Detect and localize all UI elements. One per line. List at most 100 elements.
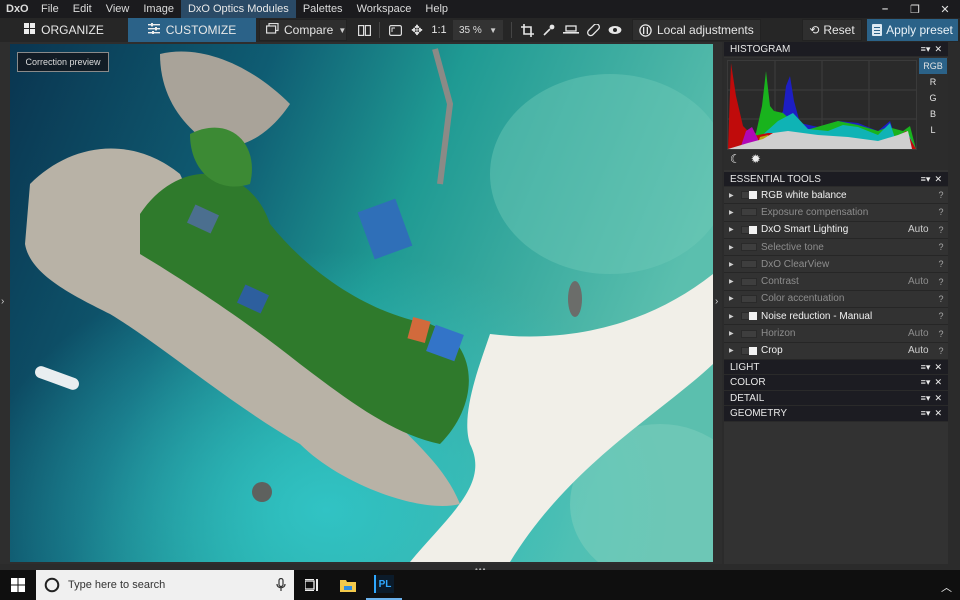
tool-enable-toggle[interactable] xyxy=(741,243,757,252)
zoom-level-select[interactable]: 35 % ▼ xyxy=(453,20,503,40)
tool-auto-button[interactable]: Auto xyxy=(908,224,934,235)
channel-b[interactable]: B xyxy=(919,106,947,122)
close-icon[interactable]: ✕ xyxy=(934,408,942,419)
tab-customize[interactable]: CUSTOMIZE xyxy=(128,18,256,42)
menu-edit[interactable]: Edit xyxy=(66,0,99,18)
tool-row[interactable]: ▶ DxO ClearView? xyxy=(724,256,948,274)
chevron-down-icon[interactable]: ▼ xyxy=(338,26,346,35)
channel-rgb[interactable]: RGB xyxy=(919,58,947,74)
help-icon[interactable]: ? xyxy=(934,190,948,200)
palette-menu-icon[interactable]: ≡▾ xyxy=(921,393,931,404)
palette-menu-icon[interactable]: ≡▾ xyxy=(921,377,931,388)
expand-arrow-icon[interactable]: ▶ xyxy=(729,261,739,268)
tool-row[interactable]: ▶ Horizon Auto? xyxy=(724,325,948,343)
palette-menu-icon[interactable]: ≡▾ xyxy=(921,362,931,373)
expand-arrow-icon[interactable]: ▶ xyxy=(729,295,739,302)
menu-palettes[interactable]: Palettes xyxy=(296,0,350,18)
tool-enable-toggle[interactable] xyxy=(741,208,757,217)
expand-arrow-icon[interactable]: ▶ xyxy=(729,278,739,285)
move-button[interactable]: ✥ xyxy=(406,20,428,40)
palette-header-geometry[interactable]: GEOMETRY ≡▾ ✕ xyxy=(724,406,948,422)
menu-workspace[interactable]: Workspace xyxy=(350,0,419,18)
close-icon[interactable]: ✕ xyxy=(934,377,942,388)
tool-row[interactable]: ▶ RGB white balance? xyxy=(724,187,948,205)
expand-arrow-icon[interactable]: ▶ xyxy=(729,347,739,354)
tool-row[interactable]: ▶ Noise reduction - Manual? xyxy=(724,308,948,326)
channel-l[interactable]: L xyxy=(919,122,947,138)
palette-header-light[interactable]: LIGHT ≡▾ ✕ xyxy=(724,359,948,376)
tool-enable-toggle[interactable] xyxy=(741,312,757,321)
expand-arrow-icon[interactable]: ▶ xyxy=(729,192,739,199)
tool-row[interactable]: ▶ Exposure compensation? xyxy=(724,204,948,222)
help-icon[interactable]: ? xyxy=(934,207,948,217)
help-icon[interactable]: ? xyxy=(934,329,948,339)
tool-enable-toggle[interactable] xyxy=(741,277,757,286)
help-icon[interactable]: ? xyxy=(934,346,948,356)
help-icon[interactable]: ? xyxy=(934,294,948,304)
tool-row[interactable]: ▶ DxO Smart Lighting Auto? xyxy=(724,222,948,239)
channel-g[interactable]: G xyxy=(919,90,947,106)
system-tray-chevron-icon[interactable]: ︿ xyxy=(941,579,952,595)
task-view-button[interactable] xyxy=(294,570,330,600)
local-adjustments-button[interactable]: Local adjustments xyxy=(632,19,761,41)
help-icon[interactable]: ? xyxy=(934,242,948,252)
apply-preset-button[interactable]: Apply preset xyxy=(867,19,958,41)
red-eye-button[interactable] xyxy=(604,20,626,40)
tool-enable-toggle[interactable] xyxy=(741,346,757,355)
tool-enable-toggle[interactable] xyxy=(741,294,757,303)
sun-icon[interactable]: ✹ xyxy=(751,152,761,166)
help-icon[interactable]: ? xyxy=(934,311,948,321)
menu-image[interactable]: Image xyxy=(136,0,181,18)
tool-enable-toggle[interactable] xyxy=(741,225,757,234)
tab-organize[interactable]: ORGANIZE xyxy=(0,18,128,42)
tool-auto-button[interactable]: Auto xyxy=(908,328,934,339)
close-button[interactable]: ✕ xyxy=(930,0,960,18)
palette-menu-icon[interactable]: ≡▾ xyxy=(921,44,931,55)
restore-button[interactable]: ❐ xyxy=(900,0,930,18)
horizon-tool-button[interactable] xyxy=(560,20,582,40)
channel-r[interactable]: R xyxy=(919,74,947,90)
expand-arrow-icon[interactable]: ▶ xyxy=(729,226,739,233)
reset-button[interactable]: ⟲ Reset xyxy=(802,19,862,41)
tool-row[interactable]: ▶ Crop Auto? xyxy=(724,343,948,360)
repair-tool-button[interactable] xyxy=(582,20,604,40)
help-icon[interactable]: ? xyxy=(934,259,948,269)
crop-tool-button[interactable] xyxy=(516,20,538,40)
expand-arrow-icon[interactable]: ▶ xyxy=(729,209,739,216)
expand-arrow-icon[interactable]: ▶ xyxy=(729,244,739,251)
close-icon[interactable]: ✕ xyxy=(934,44,942,55)
palette-header-color[interactable]: COLOR ≡▾ ✕ xyxy=(724,375,948,391)
photo-preview[interactable] xyxy=(10,44,713,562)
menu-file[interactable]: File xyxy=(34,0,66,18)
tool-row[interactable]: ▶ Selective tone? xyxy=(724,239,948,257)
minimize-button[interactable]: – xyxy=(870,0,900,18)
start-button[interactable] xyxy=(0,570,36,600)
split-view-button[interactable] xyxy=(353,20,375,40)
tool-enable-toggle[interactable] xyxy=(741,191,757,200)
close-icon[interactable]: ✕ xyxy=(934,362,942,373)
help-icon[interactable]: ? xyxy=(934,225,948,235)
menu-help[interactable]: Help xyxy=(418,0,455,18)
correction-preview-button[interactable]: Correction preview xyxy=(17,52,109,72)
one-to-one-button[interactable]: 1:1 xyxy=(428,20,450,40)
tool-row[interactable]: ▶ Contrast Auto? xyxy=(724,273,948,291)
tool-auto-button[interactable]: Auto xyxy=(908,276,934,287)
menu-dxo-optics-modules[interactable]: DxO Optics Modules xyxy=(180,0,296,18)
taskbar-search-input[interactable]: Type here to search xyxy=(36,570,294,600)
file-explorer-button[interactable] xyxy=(330,570,366,600)
tool-row[interactable]: ▶ Color accentuation? xyxy=(724,291,948,309)
eyedropper-button[interactable] xyxy=(538,20,560,40)
photolab-taskbar-button[interactable]: PL xyxy=(366,570,402,600)
left-panel-toggle[interactable]: › xyxy=(1,296,4,307)
palette-header-detail[interactable]: DETAIL ≡▾ ✕ xyxy=(724,390,948,407)
palette-menu-icon[interactable]: ≡▾ xyxy=(921,174,931,185)
expand-arrow-icon[interactable]: ▶ xyxy=(729,313,739,320)
fit-screen-button[interactable] xyxy=(384,20,406,40)
compare-button[interactable]: Compare ▼ xyxy=(259,19,347,41)
tool-enable-toggle[interactable] xyxy=(741,329,757,338)
moon-icon[interactable]: ☾ xyxy=(730,152,741,166)
close-icon[interactable]: ✕ xyxy=(934,174,942,185)
menu-view[interactable]: View xyxy=(99,0,137,18)
expand-arrow-icon[interactable]: ▶ xyxy=(729,330,739,337)
tool-enable-toggle[interactable] xyxy=(741,260,757,269)
